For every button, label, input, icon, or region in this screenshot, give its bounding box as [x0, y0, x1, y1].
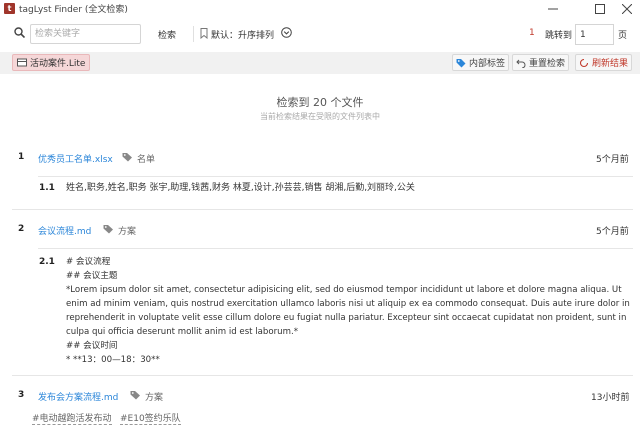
content-line: ## 会议主题: [66, 271, 118, 281]
divider: [12, 375, 633, 376]
content-paragraph: *Lorem ipsum dolor sit amet, consectetur…: [66, 285, 630, 337]
hashtag-link[interactable]: #电动越跑活发布动: [32, 411, 112, 425]
jump-to-label: 跳转到: [545, 31, 573, 41]
content-line: * **13：00—18：30**: [66, 355, 160, 365]
minimize-icon: [548, 8, 558, 9]
result-tag: 方案: [118, 227, 137, 237]
result-time: 5个月前: [596, 227, 629, 237]
reset-search-button[interactable]: 重置检索: [512, 54, 570, 71]
search-button[interactable]: 检索: [158, 28, 176, 41]
divider: [193, 26, 194, 42]
refresh-results-button[interactable]: 刷新结果: [575, 54, 633, 71]
reset-search-label: 重置检索: [529, 59, 566, 69]
undo-icon: [516, 59, 526, 68]
search-icon: [14, 27, 25, 38]
result-count: 检索到 20 个文件: [276, 96, 364, 109]
result-scope-note: 当前检索结果在受限的文件列表中: [260, 112, 380, 121]
tag-icon: [456, 58, 466, 67]
refresh-icon: [579, 58, 589, 67]
result-time: 5个月前: [596, 155, 629, 165]
page-suffix-label: 页: [618, 31, 628, 41]
minimize-button[interactable]: [536, 0, 570, 17]
tag-icon: [130, 391, 140, 400]
current-page-number: 1: [529, 28, 535, 38]
internal-tags-button[interactable]: 内部标签: [452, 54, 510, 71]
search-bar: 检索 默认：升序排列 1 跳转到 页: [0, 18, 640, 52]
bookmark-icon: [200, 28, 208, 39]
result-number: 3: [18, 390, 25, 400]
tag-icon: [122, 153, 132, 162]
case-box-icon: [17, 58, 27, 67]
refresh-results-label: 刷新结果: [592, 59, 629, 69]
result-tag: 方案: [145, 393, 164, 403]
match-number: 2.1: [39, 257, 55, 267]
window-title: tagLyst Finder (全文检索): [19, 5, 128, 15]
divider: [38, 176, 633, 177]
result-tag: 名单: [137, 155, 156, 165]
maximize-icon: [595, 3, 605, 14]
match-number: 1.1: [39, 183, 55, 193]
page-number-input[interactable]: [575, 24, 614, 45]
chevron-down-circle-icon[interactable]: [281, 27, 292, 38]
active-case-label: 活动案件.Lite: [30, 59, 86, 69]
content-line: ## 会议时间: [66, 341, 118, 351]
tag-icon: [103, 225, 113, 234]
close-button[interactable]: [610, 0, 640, 17]
active-case-tag[interactable]: 活动案件.Lite: [12, 54, 91, 71]
hashtag-link[interactable]: #E10签约乐队: [120, 411, 181, 425]
match-content: # 会议流程 ## 会议主题 *Lorem ipsum dolor sit am…: [66, 255, 631, 367]
content-line: # 会议流程: [66, 257, 111, 267]
divider: [38, 248, 633, 249]
result-file-link[interactable]: 发布会方案流程.md: [38, 390, 118, 403]
app-logo-icon: t: [4, 3, 15, 14]
search-input[interactable]: [30, 24, 141, 44]
result-number: 2: [18, 224, 25, 234]
result-file-link[interactable]: 会议流程.md: [38, 224, 91, 237]
internal-tags-label: 内部标签: [469, 59, 506, 69]
result-number: 1: [18, 152, 25, 162]
toolbar: 活动案件.Lite 内部标签 重置检索 刷新结果: [0, 52, 640, 74]
result-file-link[interactable]: 优秀员工名单.xlsx: [38, 152, 113, 165]
sort-order-label[interactable]: 默认：升序排列: [211, 28, 274, 41]
match-text: 姓名,职务,姓名,职务 张宇,助理,钱茜,财务 林夏,设计,孙芸芸,销售 胡湘,…: [66, 183, 415, 193]
close-icon: [622, 3, 632, 14]
result-time: 13小时前: [591, 393, 630, 403]
divider: [12, 209, 633, 210]
